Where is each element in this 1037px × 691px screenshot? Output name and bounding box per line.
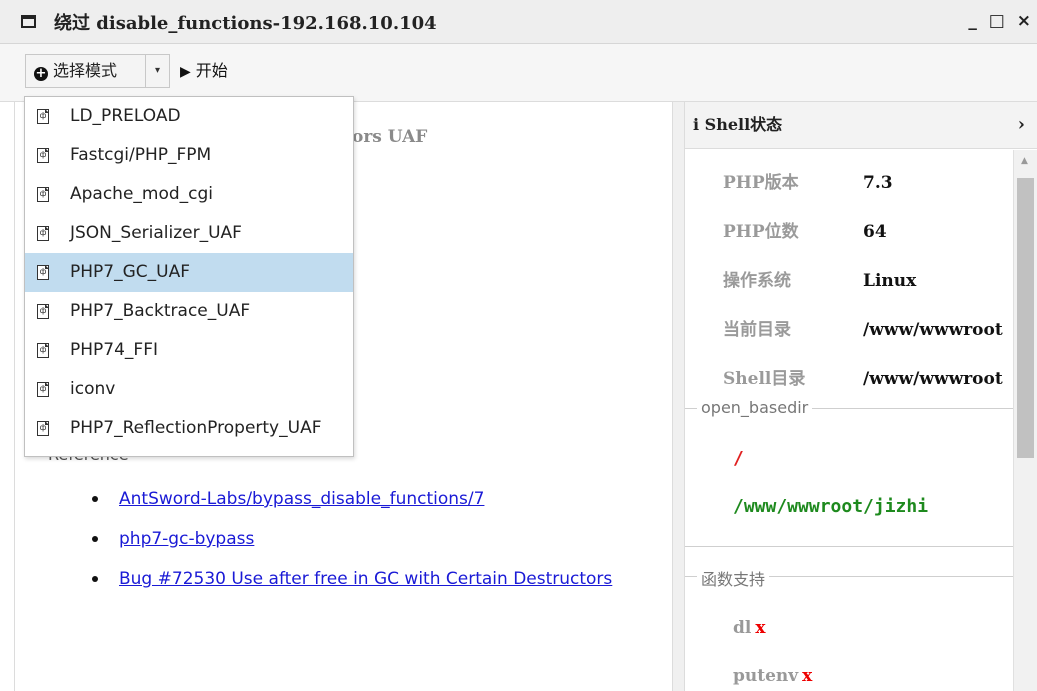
select-mode-button[interactable]: + 选择模式 <box>25 54 145 88</box>
status-value: 7.3 <box>863 173 893 193</box>
php-file-icon: ф <box>37 265 49 280</box>
function-item: putenv x <box>733 666 812 686</box>
chevron-down-icon[interactable]: ▾ <box>145 54 170 88</box>
unsupported-mark: x <box>802 666 813 686</box>
menu-item-label: PHP74_FFI <box>70 340 158 360</box>
open-basedir-legend: open_basedir <box>697 398 813 417</box>
mode-description-title: ors UAF <box>352 127 428 147</box>
list-item: AntSword-Labs/bypass_disable_functions/7 <box>15 486 612 526</box>
open-basedir-path: / <box>733 448 744 469</box>
list-item: php7-gc-bypass <box>15 526 612 566</box>
status-row-os: 操作系统 Linux <box>723 266 916 291</box>
status-value: Linux <box>863 271 917 291</box>
php-file-icon: ф <box>37 382 49 397</box>
divider <box>685 546 1013 547</box>
status-row-php-version: PHP版本 7.3 <box>723 168 893 193</box>
function-name: putenv <box>733 666 799 686</box>
status-key: 操作系统 <box>723 271 791 291</box>
reference-list: AntSword-Labs/bypass_disable_functions/7… <box>15 486 612 606</box>
menu-item-json-serializer-uaf[interactable]: ф JSON_Serializer_UAF <box>25 214 353 253</box>
close-button[interactable]: × <box>1017 11 1033 31</box>
info-icon: i <box>693 115 700 134</box>
maximize-button[interactable]: □ <box>989 11 1007 31</box>
toolbar: + 选择模式 ▾ ▶ 开始 <box>0 44 1037 102</box>
scrollbar[interactable]: ▲ <box>1013 150 1037 691</box>
select-mode-label: 选择模式 <box>53 61 118 80</box>
pane-splitter[interactable] <box>673 102 684 691</box>
menu-item-label: Fastcgi/PHP_FPM <box>70 145 212 165</box>
scrollbar-thumb[interactable] <box>1017 178 1034 458</box>
php-file-icon: ф <box>37 226 49 241</box>
status-key: 当前目录 <box>723 320 791 340</box>
status-row-shell-dir: Shell目录/www/wwwroot <box>723 364 1003 389</box>
functions-legend: 函数支持 <box>697 566 770 590</box>
menu-item-iconv[interactable]: ф iconv <box>25 370 353 409</box>
unsupported-mark: x <box>755 618 766 638</box>
shell-status-title: Shell状态 <box>704 115 783 134</box>
function-name: dl <box>733 618 752 638</box>
php-file-icon: ф <box>37 343 49 358</box>
menu-item-fastcgi-php-fpm[interactable]: ф Fastcgi/PHP_FPM <box>25 136 353 175</box>
shell-status-panel: i Shell状态 › PHP版本 7.3 PHP位数 64 操作系统 Linux 当… <box>684 102 1037 691</box>
menu-item-label: PHP7_GC_UAF <box>70 262 190 282</box>
status-value: 64 <box>863 222 887 242</box>
window-title: 绕过 disable_functions-192.168.10.104 <box>54 13 437 34</box>
status-key: PHP版本 <box>723 173 799 193</box>
menu-item-label: JSON_Serializer_UAF <box>70 223 242 243</box>
menu-item-label: PHP7_ReflectionProperty_UAF <box>70 418 322 438</box>
menu-item-label: iconv <box>70 379 116 399</box>
status-value: /www/wwwroot <box>863 320 1003 340</box>
function-item: dl x <box>733 618 766 638</box>
menu-item-php7-backtrace-uaf[interactable]: ф PHP7_Backtrace_UAF <box>25 292 353 331</box>
php-file-icon: ф <box>37 187 49 202</box>
menu-item-label: Apache_mod_cgi <box>70 184 214 204</box>
plus-circle-icon: + <box>34 66 48 81</box>
menu-item-php74-ffi[interactable]: ф PHP74_FFI <box>25 331 353 370</box>
status-key: Shell目录 <box>723 369 806 389</box>
menu-item-ld-preload[interactable]: ф LD_PRELOAD <box>25 97 353 136</box>
menu-item-php7-reflectionproperty-uaf[interactable]: ф PHP7_ReflectionProperty_UAF <box>25 409 353 448</box>
reference-link[interactable]: Bug #72530 Use after free in GC with Cer… <box>119 569 612 589</box>
php-file-icon: ф <box>37 421 49 436</box>
window-controls: _ □ × <box>966 11 1033 31</box>
menu-item-label: PHP7_Backtrace_UAF <box>70 301 251 321</box>
chevron-right-icon[interactable]: › <box>1018 102 1025 148</box>
php-file-icon: ф <box>37 304 49 319</box>
php-file-icon: ф <box>37 148 49 163</box>
menu-item-label: LD_PRELOAD <box>70 106 181 126</box>
window-titlebar: 绕过 disable_functions-192.168.10.104 _ □ … <box>0 0 1037 44</box>
menu-item-apache-mod-cgi[interactable]: ф Apache_mod_cgi <box>25 175 353 214</box>
status-key: PHP位数 <box>723 222 799 242</box>
shell-status-header[interactable]: i Shell状态 › <box>685 102 1037 149</box>
start-button[interactable]: ▶ 开始 <box>180 54 228 88</box>
status-row-php-bits: PHP位数 64 <box>723 217 887 242</box>
open-basedir-path: /www/wwwroot/jizhi <box>733 496 929 517</box>
php-file-icon: ф <box>37 109 49 124</box>
status-row-current-dir: 当前目录/www/wwwroot <box>723 315 1003 340</box>
window-icon <box>21 15 36 28</box>
reference-link[interactable]: php7-gc-bypass <box>119 529 254 549</box>
menu-item-php7-gc-uaf[interactable]: ф PHP7_GC_UAF <box>25 253 353 292</box>
list-item: Bug #72530 Use after free in GC with Cer… <box>15 566 612 606</box>
minimize-button[interactable]: _ <box>968 11 979 31</box>
start-label: 开始 <box>195 61 228 80</box>
scroll-up-icon[interactable]: ▲ <box>1021 156 1028 166</box>
reference-link[interactable]: AntSword-Labs/bypass_disable_functions/7 <box>119 489 484 509</box>
play-icon: ▶ <box>180 64 191 80</box>
status-value: /www/wwwroot <box>863 369 1003 389</box>
mode-dropdown-menu: ф LD_PRELOAD ф Fastcgi/PHP_FPM ф Apache_mod… <box>24 96 354 457</box>
